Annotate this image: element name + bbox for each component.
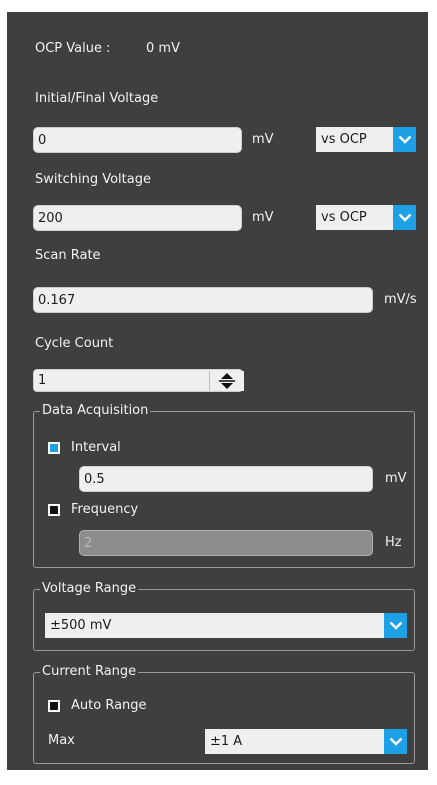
interval-label: Interval bbox=[71, 440, 121, 455]
switching-unit: mV bbox=[252, 210, 274, 225]
interval-input[interactable] bbox=[79, 466, 373, 492]
voltage-range-value: ±500 mV bbox=[50, 618, 112, 633]
chevron-down-icon[interactable] bbox=[393, 127, 416, 152]
interval-checkbox[interactable] bbox=[48, 442, 60, 454]
scan-rate-unit: mV/s bbox=[384, 292, 417, 307]
max-current-select[interactable]: ±1 A bbox=[205, 729, 407, 754]
frequency-label: Frequency bbox=[71, 502, 139, 517]
chevron-down-icon[interactable] bbox=[393, 205, 416, 230]
up-down-spinner-icon[interactable] bbox=[210, 371, 244, 391]
chevron-down-icon[interactable] bbox=[384, 729, 407, 754]
scan-rate-input[interactable] bbox=[33, 287, 373, 313]
voltage-range-select[interactable]: ±500 mV bbox=[45, 613, 407, 638]
switching-reference-value: vs OCP bbox=[321, 210, 367, 225]
scan-rate-label: Scan Rate bbox=[35, 248, 101, 263]
switching-voltage-input[interactable] bbox=[33, 205, 242, 231]
cycle-count-label: Cycle Count bbox=[35, 336, 114, 351]
initial-final-unit: mV bbox=[252, 132, 274, 147]
initial-final-reference-value: vs OCP bbox=[321, 132, 367, 147]
initial-final-reference-select[interactable]: vs OCP bbox=[316, 127, 416, 152]
frequency-checkbox[interactable] bbox=[48, 504, 60, 516]
voltage-range-title: Voltage Range bbox=[40, 581, 139, 597]
switching-voltage-label: Switching Voltage bbox=[35, 172, 151, 187]
interval-unit: mV bbox=[385, 471, 407, 486]
cycle-count-spinner[interactable] bbox=[209, 371, 244, 391]
auto-range-label: Auto Range bbox=[71, 698, 147, 713]
switching-reference-select[interactable]: vs OCP bbox=[316, 205, 416, 230]
initial-final-voltage-input[interactable] bbox=[33, 127, 242, 153]
max-label: Max bbox=[48, 733, 75, 748]
initial-final-voltage-label: Initial/Final Voltage bbox=[35, 91, 159, 106]
ocp-value: 0 mV bbox=[146, 41, 180, 56]
ocp-label: OCP Value : bbox=[35, 41, 111, 56]
data-acquisition-title: Data Acquisition bbox=[40, 403, 151, 419]
chevron-down-icon[interactable] bbox=[384, 613, 407, 638]
frequency-input bbox=[79, 530, 373, 556]
auto-range-checkbox[interactable] bbox=[48, 700, 60, 712]
max-current-value: ±1 A bbox=[210, 734, 243, 749]
frequency-unit: Hz bbox=[385, 535, 402, 550]
current-range-title: Current Range bbox=[40, 664, 139, 680]
